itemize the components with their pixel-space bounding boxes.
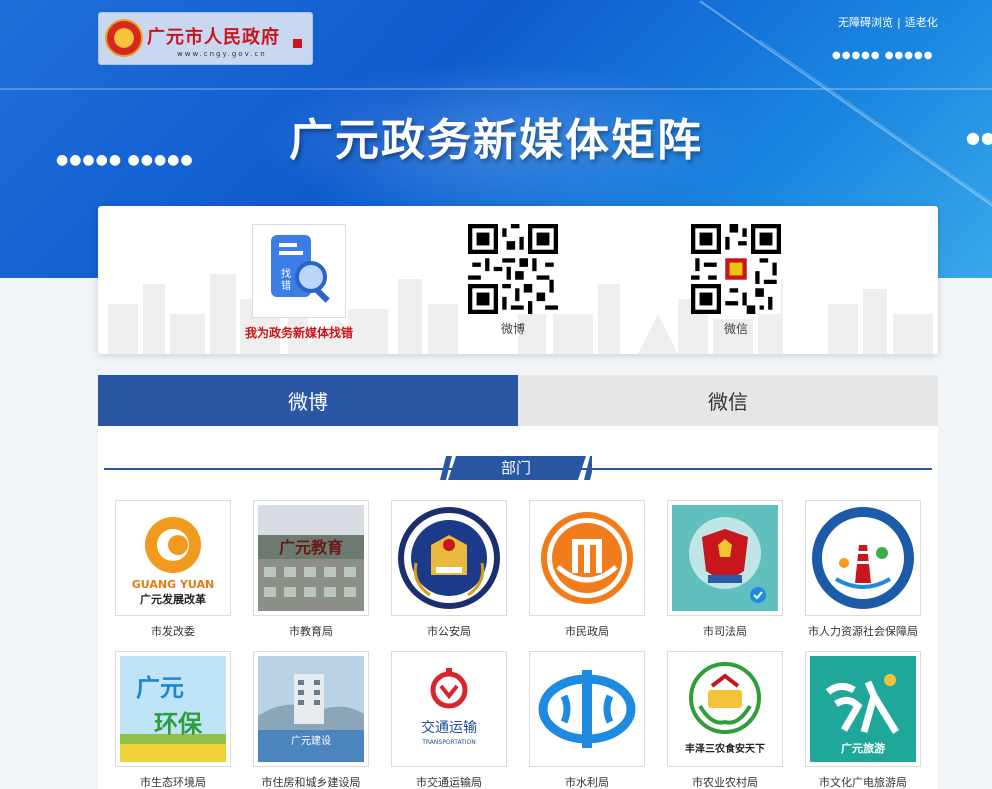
transport-logo-icon: 交通运输 TRANSPORTATION [396, 656, 502, 762]
find-error-icon: 找 错 [271, 235, 330, 303]
department-item[interactable]: GUANG YUAN 广元发展改革 市发改委 [115, 500, 231, 639]
svg-text:TRANSPORTATION: TRANSPORTATION [421, 739, 476, 746]
agriculture-logo-icon: 丰泽三农食安天下 [672, 656, 778, 762]
svg-text:错: 错 [281, 279, 291, 292]
tab-weibo[interactable]: 微博 [98, 375, 518, 426]
department-name[interactable]: 市住房和城乡建设局 [253, 774, 369, 789]
civil-affairs-logo-icon [534, 505, 640, 611]
weibo-label: 微博 [500, 322, 525, 336]
water-resources-logo-icon [534, 656, 640, 762]
elder-friendly-link[interactable]: 适老化 [905, 16, 938, 29]
department-item[interactable]: 市民政局 [529, 500, 645, 639]
weibo-qr-item: 微博 [468, 224, 558, 337]
department-logo[interactable] [667, 500, 783, 616]
department-name[interactable]: 市民政局 [529, 623, 645, 639]
platform-tabs: 微博 微信 [98, 375, 938, 426]
department-logo[interactable]: 丰泽三农食安天下 [667, 651, 783, 767]
fagai-logo-icon: GUANG YUAN 广元发展改革 [120, 505, 226, 611]
department-item[interactable]: 丰泽三农食安天下 市农业农村局 [667, 651, 783, 789]
weibo-qr-code [468, 224, 558, 314]
logo-url: www.cngy.gov.cn [177, 50, 267, 58]
accounts-panel: 部门 GUANG YUAN 广元发展改革 市发改委 广元教育 市教育局 市公安局… [98, 426, 938, 789]
department-item[interactable]: 市人力资源社会保障局 [805, 500, 921, 639]
logo-name: 广元市人民政府 [147, 27, 280, 48]
qr-card: 找 错 我为政务新媒体找错 微博 微信 [98, 206, 938, 354]
education-building-icon: 广元教育 [258, 505, 364, 611]
wechat-label: 微信 [723, 322, 748, 336]
svg-text:环保: 环保 [154, 710, 203, 738]
seal-stamp-icon [293, 39, 302, 48]
department-logo[interactable]: 广元旅游 [805, 651, 921, 767]
link-separator: | [897, 16, 901, 29]
housing-construction-icon: 广元建设 [258, 656, 364, 762]
national-emblem-icon [105, 19, 143, 57]
department-name[interactable]: 市发改委 [115, 623, 231, 639]
department-item[interactable]: 市水利局 [529, 651, 645, 789]
department-name[interactable]: 市水利局 [529, 774, 645, 789]
department-item[interactable]: 市司法局 [667, 500, 783, 639]
section-header: 部门 [104, 456, 932, 480]
department-item[interactable]: 广元建设 市住房和城乡建设局 [253, 651, 369, 789]
department-logo[interactable]: 交通运输 TRANSPORTATION [391, 651, 507, 767]
svg-text:广元建设: 广元建设 [291, 734, 331, 747]
department-item[interactable]: 交通运输 TRANSPORTATION 市交通运输局 [391, 651, 507, 789]
department-logo[interactable]: GUANG YUAN 广元发展改革 [115, 500, 231, 616]
error-report-box[interactable]: 找 错 [252, 224, 346, 318]
tab-wechat[interactable]: 微信 [518, 375, 938, 426]
department-logo[interactable]: 广元 环保 [115, 651, 231, 767]
svg-text:GUANG YUAN: GUANG YUAN [132, 578, 214, 591]
department-name[interactable]: 市文化广电旅游局 [805, 774, 921, 789]
department-name[interactable]: 市农业农村局 [667, 774, 783, 789]
svg-text:广元旅游: 广元旅游 [841, 741, 885, 755]
svg-text:广元教育: 广元教育 [279, 538, 343, 557]
department-name[interactable]: 市人力资源社会保障局 [805, 623, 921, 639]
decorative-dots: ●●●●● ●●●●● [832, 50, 934, 61]
tourism-logo-icon: 广元旅游 [810, 656, 916, 762]
svg-text:找: 找 [281, 267, 291, 280]
section-title: 部门 [500, 459, 531, 477]
department-item[interactable]: 广元教育 市教育局 [253, 500, 369, 639]
department-name[interactable]: 市司法局 [667, 623, 783, 639]
svg-text:广元: 广元 [136, 674, 184, 702]
svg-text:丰泽三农食安天下: 丰泽三农食安天下 [685, 742, 765, 755]
banner-streak [0, 88, 992, 90]
svg-text:广元发展改革: 广元发展改革 [140, 592, 206, 606]
wechat-qr-item: 微信 [691, 224, 781, 337]
wechat-qr-code [691, 224, 781, 314]
department-item[interactable]: 市公安局 [391, 500, 507, 639]
department-item[interactable]: 广元旅游 市文化广电旅游局 [805, 651, 921, 789]
hr-social-security-logo-icon [810, 505, 916, 611]
department-item[interactable]: 广元 环保 市生态环境局 [115, 651, 231, 789]
page-title: 广元政务新媒体矩阵 [289, 115, 703, 166]
department-name[interactable]: 市公安局 [391, 623, 507, 639]
justice-emblem-icon [672, 505, 778, 611]
department-name[interactable]: 市教育局 [253, 623, 369, 639]
department-logo[interactable]: 广元建设 [253, 651, 369, 767]
department-name[interactable]: 市生态环境局 [115, 774, 231, 789]
site-logo[interactable]: 广元市人民政府 www.cngy.gov.cn [98, 12, 313, 65]
police-badge-icon [396, 505, 502, 611]
error-report-label[interactable]: 我为政务新媒体找错 [245, 324, 353, 341]
department-logo[interactable]: 广元教育 [253, 500, 369, 616]
department-name[interactable]: 市交通运输局 [391, 774, 507, 789]
environment-logo-icon: 广元 环保 [120, 656, 226, 762]
department-logo[interactable] [529, 500, 645, 616]
department-logo[interactable] [805, 500, 921, 616]
department-logo[interactable] [529, 651, 645, 767]
error-report-item[interactable]: 找 错 我为政务新媒体找错 [245, 224, 353, 341]
svg-text:交通运输: 交通运输 [421, 719, 477, 736]
accessibility-links: 无障碍浏览 | 适老化 [838, 14, 938, 30]
department-logo[interactable] [391, 500, 507, 616]
accessibility-browse-link[interactable]: 无障碍浏览 [838, 16, 893, 29]
